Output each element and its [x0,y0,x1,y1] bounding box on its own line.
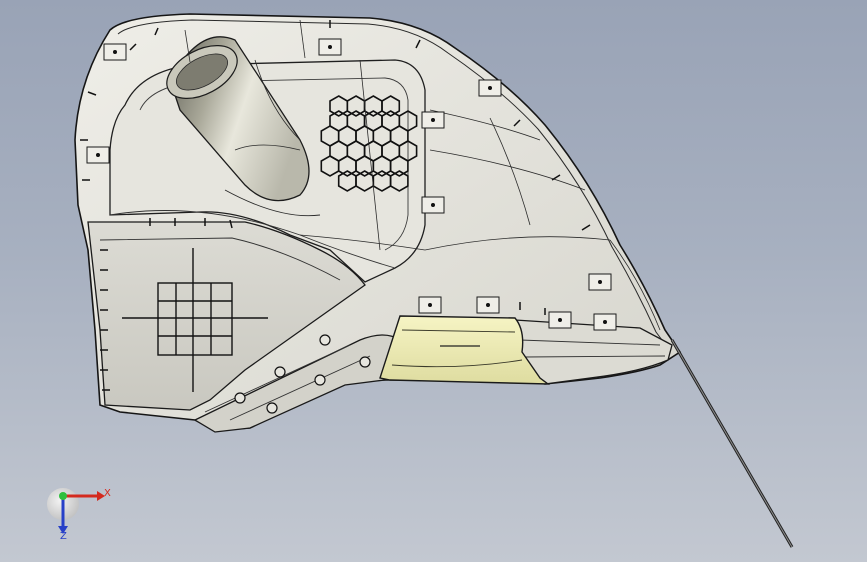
screw-boss [359,356,371,368]
clip-tab [421,111,445,129]
screw-boss [319,334,331,346]
screw-boss [266,402,278,414]
cad-viewport[interactable]: X Z [0,0,867,562]
clip-tab [476,296,500,314]
screw-boss [274,366,286,378]
screw-boss [314,374,326,386]
clip-tab [421,196,445,214]
door-trim-panel-model[interactable] [0,0,867,562]
clip-tab [588,273,612,291]
clip-tab [318,38,342,56]
clip-tab [86,146,110,164]
clip-tab [548,311,572,329]
triad-x-label: X [104,488,111,499]
clip-tab [103,43,127,61]
triad-z-label: Z [60,531,67,542]
y-axis-dot [59,492,67,500]
window-rod [670,339,794,548]
screw-boss [234,392,246,404]
clip-tab [478,79,502,97]
clip-tab [418,296,442,314]
clip-tab [593,313,617,331]
